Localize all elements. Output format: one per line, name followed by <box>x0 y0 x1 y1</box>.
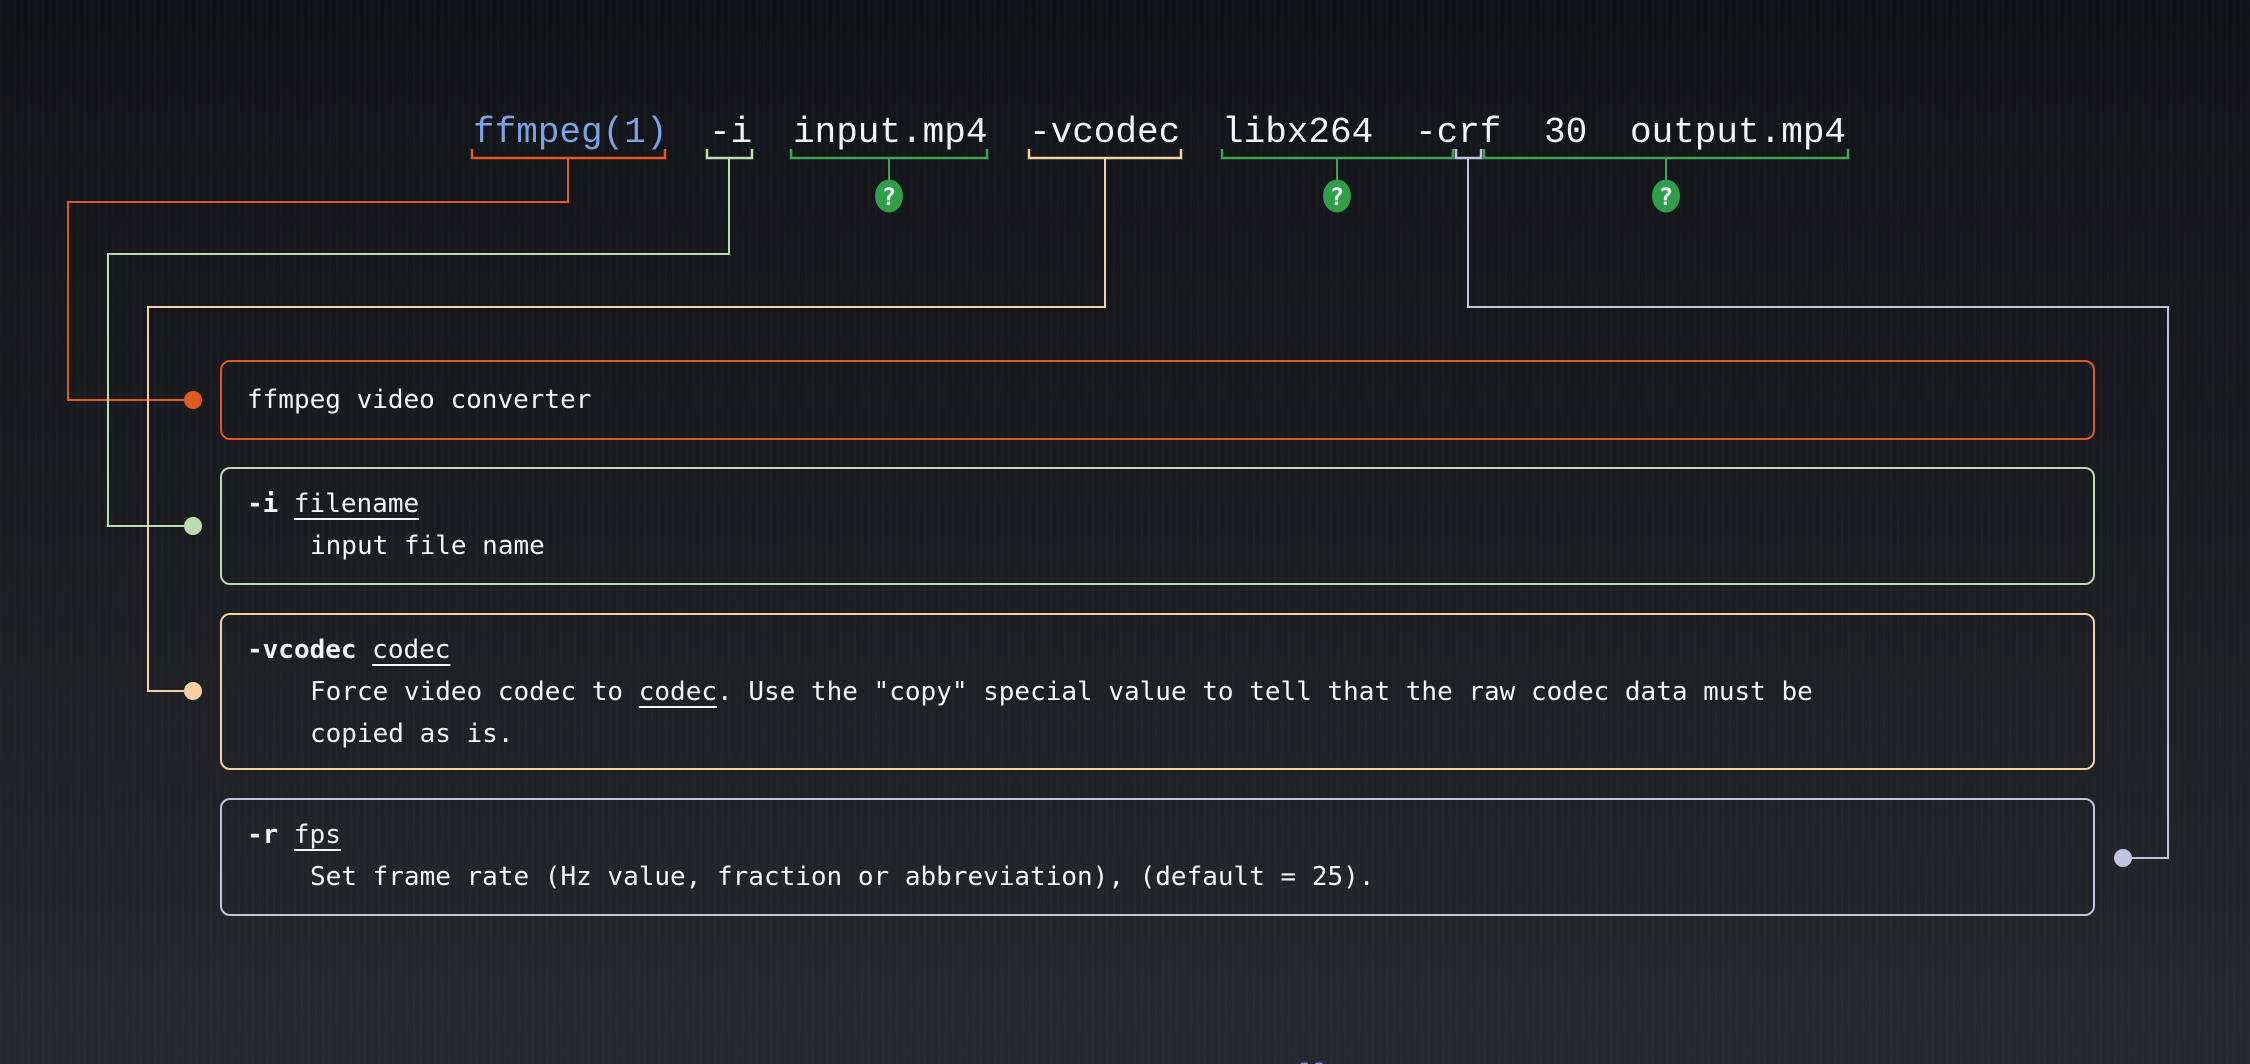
option-desc-r: Set frame rate (Hz value, fraction or ab… <box>310 856 2068 898</box>
option-desc-vcodec-line1: Force video codec to codec. Use the "cop… <box>310 671 2068 713</box>
footer: source manpages:ffmpeg <box>993 1030 1381 1064</box>
help-box-r-flag: -r fps Set frame rate (Hz value, fraction… <box>220 798 2095 916</box>
command-token-input-file[interactable]: input.mp4 <box>793 113 987 153</box>
option-flag-i: -i <box>247 489 278 519</box>
option-heading-i: -i filename <box>247 483 2068 525</box>
option-heading-vcodec: -vcodec codec <box>247 629 2068 671</box>
question-mark-glyph: ? <box>1659 183 1673 211</box>
option-desc-vcodec-line2: copied as is. <box>310 713 2068 755</box>
help-box-vcodec: -vcodec codec Force video codec to codec.… <box>220 613 2095 770</box>
help-text-ffmpeg: ffmpeg video converter <box>247 379 591 421</box>
desc-text: Force video codec to <box>310 677 639 707</box>
command-token-program[interactable]: ffmpeg(1) <box>473 113 667 153</box>
question-mark-glyph: ? <box>1330 183 1344 211</box>
command-token-libx264[interactable]: libx264 <box>1222 113 1373 153</box>
command-token-vcodec[interactable]: -vcodec <box>1029 113 1180 153</box>
command-token-i-flag[interactable]: -i <box>709 113 752 153</box>
command-token-output-file[interactable]: output.mp4 <box>1630 113 1846 153</box>
option-heading-r: -r fps <box>247 814 2068 856</box>
unknown-arg-icon[interactable]: ? <box>1652 180 1680 213</box>
option-flag-vcodec: -vcodec <box>247 635 357 665</box>
option-desc-i: input file name <box>310 525 2068 567</box>
command-token-30[interactable]: 30 <box>1544 113 1587 153</box>
option-arg-r: fps <box>294 820 341 850</box>
option-flag-r: -r <box>247 820 278 850</box>
question-mark-glyph: ? <box>882 183 896 211</box>
unknown-arg-icon[interactable]: ? <box>875 180 903 213</box>
unknown-arg-icon[interactable]: ? <box>1323 180 1351 213</box>
command-token-crf[interactable]: -crf <box>1415 113 1501 153</box>
desc-text: . Use the "copy" special value to tell t… <box>717 677 1813 707</box>
help-box-ffmpeg: ffmpeg video converter <box>220 360 2095 440</box>
dot-i-flag <box>184 517 202 535</box>
help-box-i-flag: -i filename input file name <box>220 467 2095 585</box>
explainshell-page: ? ? ? ffmpeg(1) -i input.mp4 -vcodec lib… <box>0 0 2250 1064</box>
dot-vcodec <box>184 682 202 700</box>
desc-arg-ref: codec <box>639 677 717 707</box>
option-arg-i: filename <box>294 489 419 519</box>
dot-r-flag <box>2114 849 2132 867</box>
dot-ffmpeg <box>184 391 202 409</box>
option-arg-vcodec: codec <box>372 635 450 665</box>
